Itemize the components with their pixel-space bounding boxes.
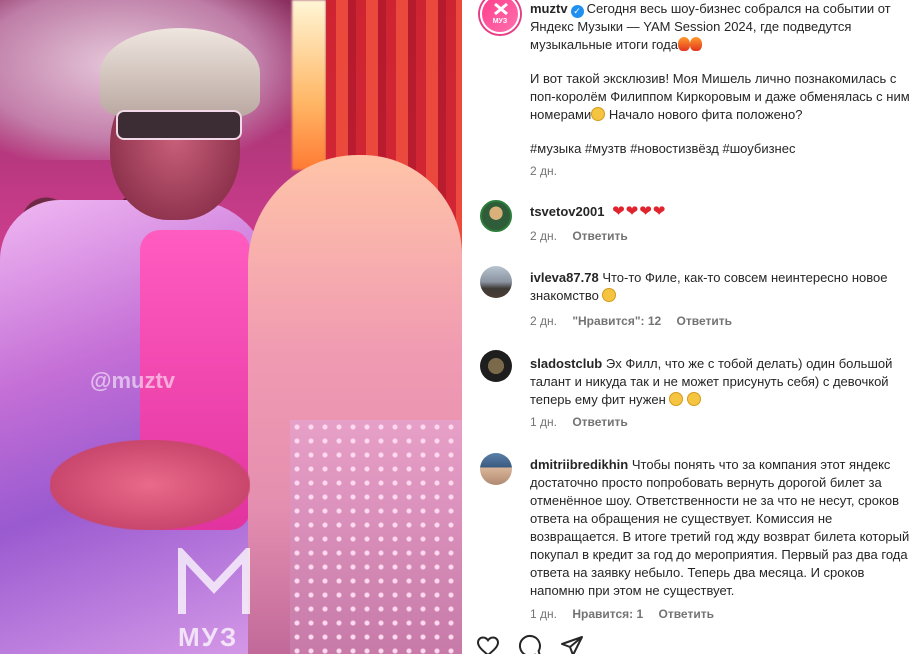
comment-icon[interactable] (518, 634, 542, 654)
post-photo[interactable]: @muztv МУЗ (0, 0, 462, 654)
lamp-glow (292, 0, 326, 170)
comment-meta: 1 дн. Нравится: 1 Ответить (530, 607, 726, 621)
comment-avatar[interactable] (480, 266, 512, 298)
comment: tsvetov2001 ❤❤❤❤ (530, 203, 910, 221)
smirk-emoji-icon (591, 107, 606, 121)
comment-avatar[interactable] (480, 350, 512, 382)
post-caption: muztv ✓ Сегодня весь шоу-бизнес собрался н… (530, 0, 910, 54)
comment-meta: 2 дн. Ответить (530, 229, 640, 243)
laugh-emoji-icon (669, 392, 684, 406)
woman-dress (290, 420, 462, 654)
comment-time: 2 дн. (530, 314, 557, 328)
comment: ivleva87.78 Что-то Филе, как-то совсем н… (530, 269, 910, 305)
reply-button[interactable]: Ответить (572, 415, 627, 429)
post-time: 2 дн. (530, 164, 569, 178)
heart-outline-icon[interactable] (476, 634, 500, 654)
fire-emoji-icon (689, 37, 702, 51)
comment-avatar[interactable] (480, 453, 512, 485)
comment-time: 1 дн. (530, 415, 557, 429)
caption-text-2-end: Начало нового фита положено? (605, 107, 803, 122)
laugh-emoji-icon (687, 392, 702, 406)
reply-button[interactable]: Ответить (572, 229, 627, 243)
comment: sladostclub Эх Филл, что же с тобой дела… (530, 355, 910, 409)
comment-username[interactable]: sladostclub (530, 356, 602, 371)
caption-hashtags[interactable]: #музыка #музтв #новостизвёзд #шоубизнес (530, 140, 910, 158)
post-time-text: 2 дн. (530, 164, 557, 178)
post-username[interactable]: muztv (530, 1, 568, 16)
grin-emoji-icon (602, 288, 617, 302)
muz-logo-text: МУЗ (178, 622, 239, 652)
verified-icon: ✓ (570, 5, 584, 18)
fire-emoji-icon (677, 37, 690, 51)
photo-watermark: @muztv (90, 368, 176, 393)
comment-time: 2 дн. (530, 229, 557, 243)
reply-button[interactable]: Ответить (677, 314, 732, 328)
comment-avatar[interactable] (480, 200, 512, 232)
comment-time: 1 дн. (530, 607, 557, 621)
comment-text: Чтобы понять что за компания этот яндекс… (530, 457, 910, 598)
caption-text-1: Сегодня весь шоу-бизнес собрался на собы… (530, 1, 891, 52)
post-actions (476, 634, 584, 654)
hands (50, 440, 250, 530)
comment-username[interactable]: tsvetov2001 (530, 204, 604, 219)
likes-count[interactable]: Нравится: 1 (572, 607, 643, 621)
comment: dmitriibredikhin Чтобы понять что за ком… (530, 456, 910, 600)
caption-paragraph-2: И вот такой эксклюзив! Моя Мишель лично … (530, 70, 910, 124)
avatar-label: МУЗ (492, 18, 508, 25)
share-icon[interactable] (560, 634, 584, 654)
muztv-avatar[interactable]: МУЗ (480, 0, 520, 34)
silver-hat (100, 28, 260, 118)
muz-logo-icon (178, 548, 250, 614)
hearts-emoji-icon: ❤❤❤❤ (612, 203, 667, 220)
comment-meta: 2 дн. "Нравится": 12 Ответить (530, 314, 744, 328)
comment-username[interactable]: dmitriibredikhin (530, 457, 628, 472)
likes-count[interactable]: "Нравится": 12 (572, 314, 661, 328)
comment-meta: 1 дн. Ответить (530, 415, 640, 429)
sunglasses (116, 110, 242, 140)
muz-x-icon (494, 2, 508, 16)
comment-username[interactable]: ivleva87.78 (530, 270, 599, 285)
post-details-panel: МУЗ muztv ✓ Сегодня весь шоу-бизнес собрал… (462, 0, 916, 654)
reply-button[interactable]: Ответить (659, 607, 714, 621)
